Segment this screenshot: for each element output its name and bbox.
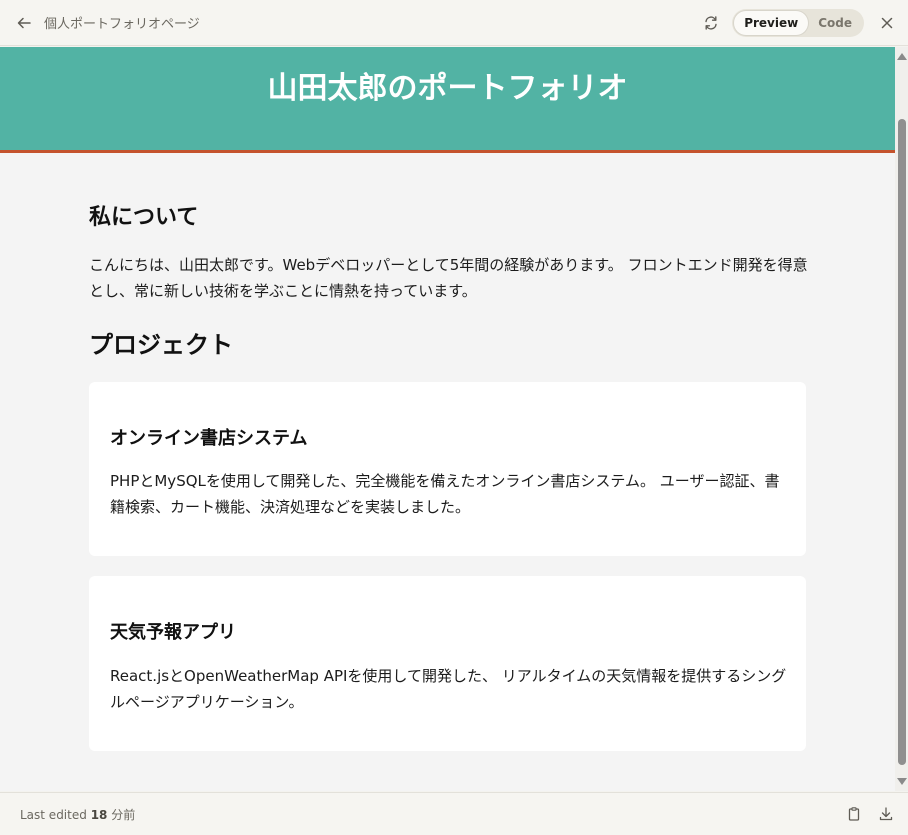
scroll-down-arrow-icon[interactable] bbox=[897, 778, 907, 785]
arrow-left-icon bbox=[17, 17, 31, 28]
artifact-title: 個人ポートフォリオページ bbox=[44, 17, 200, 32]
close-button[interactable] bbox=[874, 10, 900, 36]
about-heading: 私について bbox=[89, 205, 199, 230]
scroll-up-arrow-icon[interactable] bbox=[897, 53, 907, 60]
view-toggle: Preview Code bbox=[732, 8, 864, 37]
refresh-icon bbox=[705, 15, 717, 30]
last-edited-prefix: Last edited bbox=[20, 807, 87, 822]
project-title: 天気予報アプリ bbox=[110, 622, 236, 643]
hero-banner: 山田太郎のポートフォリオ bbox=[0, 47, 895, 153]
preview-tab[interactable]: Preview bbox=[734, 10, 809, 35]
download-icon bbox=[879, 807, 893, 821]
project-description: PHPとMySQLを使用して開発した、完全機能を備えたオンライン書店システム。 … bbox=[110, 472, 780, 516]
footer-bar: Last edited 18 分前 bbox=[0, 792, 908, 835]
back-button[interactable] bbox=[12, 11, 36, 35]
copy-button[interactable] bbox=[843, 803, 865, 825]
download-button[interactable] bbox=[875, 803, 897, 825]
project-title: オンライン書店システム bbox=[110, 428, 308, 449]
code-tab[interactable]: Code bbox=[808, 11, 862, 35]
last-edited-status: Last edited 18 分前 bbox=[20, 806, 135, 823]
hero-title: 山田太郎のポートフォリオ bbox=[267, 71, 628, 106]
projects-heading: プロジェクト bbox=[89, 331, 233, 359]
project-description: React.jsとOpenWeatherMap APIを使用して開発した、 リア… bbox=[110, 667, 787, 711]
project-card: 天気予報アプリ React.jsとOpenWeatherMap APIを使用して… bbox=[89, 576, 806, 751]
clipboard-icon bbox=[848, 807, 860, 821]
top-bar: 個人ポートフォリオページ Preview Code bbox=[0, 0, 908, 46]
preview-viewport: 山田太郎のポートフォリオ 私について こんにちは、山田太郎です。Webデベロッパ… bbox=[0, 47, 895, 791]
about-text: こんにちは、山田太郎です。Webデベロッパーとして5年間の経験があります。 フロ… bbox=[89, 256, 808, 300]
last-edited-value: 18 bbox=[90, 807, 108, 822]
scroll-thumb[interactable] bbox=[898, 119, 906, 765]
refresh-button[interactable] bbox=[698, 10, 724, 36]
vertical-scrollbar[interactable] bbox=[895, 47, 908, 791]
project-card: オンライン書店システム PHPとMySQLを使用して開発した、完全機能を備えたオ… bbox=[89, 382, 806, 556]
close-icon bbox=[881, 17, 893, 28]
last-edited-unit: 分前 bbox=[111, 807, 136, 822]
